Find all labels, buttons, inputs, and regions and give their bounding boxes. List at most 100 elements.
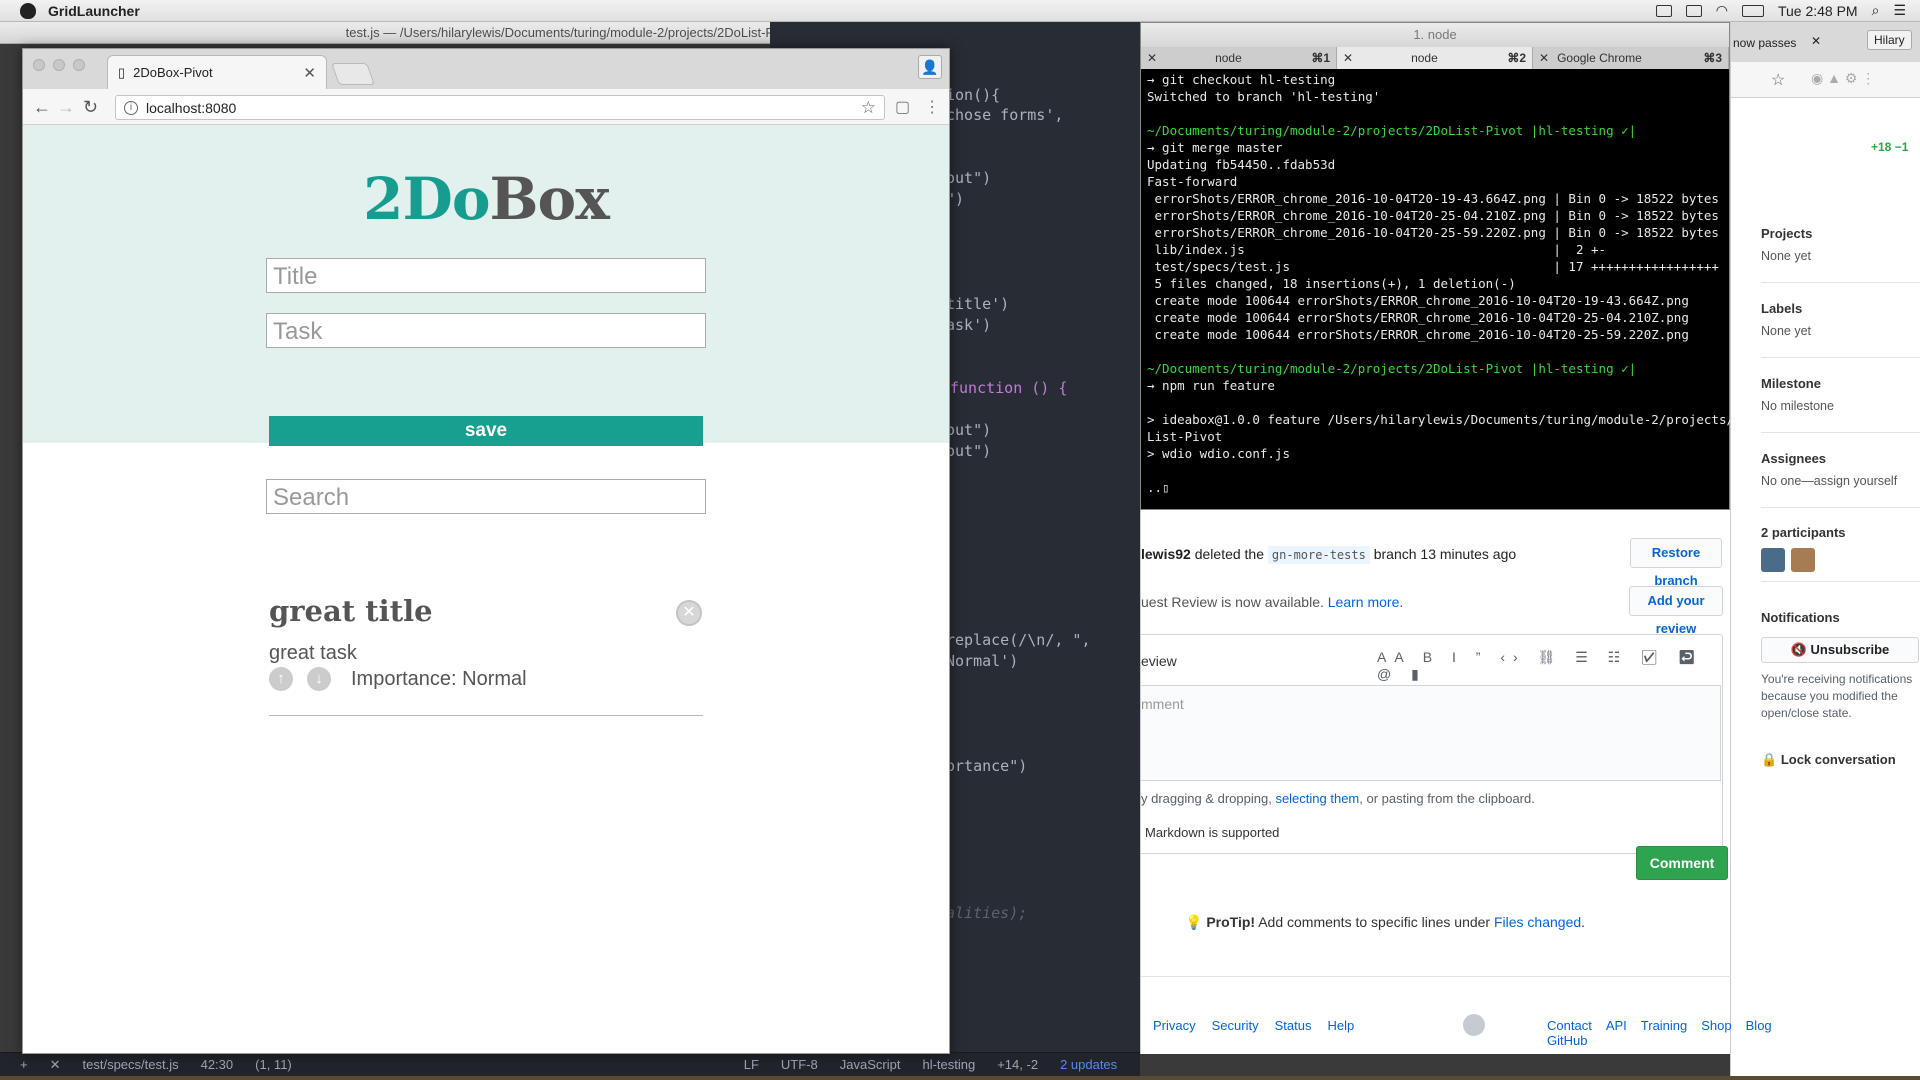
- footer-link[interactable]: Contact GitHub: [1547, 1018, 1592, 1048]
- extension-icon[interactable]: ▢: [895, 97, 910, 117]
- unsubscribe-label: Unsubscribe: [1810, 642, 1890, 657]
- terminal-tab-shortcut: ⌘2: [1507, 51, 1526, 65]
- menubar-clock[interactable]: Tue 2:48 PM: [1778, 3, 1858, 19]
- markdown-supported[interactable]: Markdown is supported: [1145, 825, 1279, 840]
- idea-title[interactable]: great title: [269, 594, 703, 628]
- back-icon[interactable]: ←: [33, 97, 51, 118]
- close-icon[interactable]: ✕: [1811, 34, 1821, 48]
- window-close-button[interactable]: [33, 59, 45, 71]
- wifi-icon[interactable]: ◠: [1716, 2, 1728, 19]
- upvote-icon[interactable]: ↑: [269, 667, 293, 691]
- footer-link[interactable]: Shop: [1701, 1018, 1731, 1048]
- forward-icon[interactable]: →: [57, 97, 75, 118]
- terminal-line: > wdio wdio.conf.js: [1147, 446, 1290, 461]
- profile-icon[interactable]: 👤: [918, 55, 942, 79]
- lock-conversation[interactable]: 🔒 Lock conversation: [1761, 752, 1919, 768]
- learn-more-link[interactable]: Learn more.: [1328, 594, 1403, 610]
- github-logo-icon[interactable]: [1463, 1014, 1485, 1036]
- close-icon[interactable]: ✕: [1343, 51, 1353, 65]
- delete-icon[interactable]: ✕: [676, 600, 702, 626]
- add-icon[interactable]: +: [20, 1057, 28, 1072]
- markdown-toolbar[interactable]: AA B I ” ‹› ⛓ ☰ ☷ ☑ ↩ @ ▮: [1377, 649, 1722, 683]
- task-input[interactable]: Task: [266, 313, 706, 348]
- terminal-tab-3[interactable]: ✕ Google Chrome ⌘3: [1533, 47, 1729, 69]
- review-tab[interactable]: eview: [1141, 653, 1177, 669]
- close-icon[interactable]: ✕: [50, 1057, 61, 1073]
- window-minimize-button[interactable]: [53, 59, 65, 71]
- downvote-icon[interactable]: ↓: [307, 667, 331, 691]
- status-encoding[interactable]: UTF-8: [781, 1057, 818, 1072]
- airplay-icon[interactable]: [1685, 4, 1702, 17]
- avatar[interactable]: [1791, 548, 1815, 572]
- status-line-ending[interactable]: LF: [744, 1057, 759, 1072]
- sidebar-heading[interactable]: Assignees: [1761, 451, 1897, 466]
- info-icon[interactable]: i: [124, 100, 138, 115]
- sidebar-heading[interactable]: Milestone: [1761, 376, 1834, 391]
- close-icon[interactable]: ✕: [1147, 51, 1157, 65]
- status-branch[interactable]: hl-testing: [922, 1057, 975, 1072]
- select-files-link[interactable]: selecting them: [1275, 791, 1359, 806]
- terminal-tab-2[interactable]: ✕ node ⌘2: [1337, 47, 1533, 69]
- menu-icon[interactable]: ⋮: [924, 97, 940, 117]
- star-icon[interactable]: ☆: [1771, 70, 1785, 90]
- footer-link[interactable]: Status: [1275, 1018, 1312, 1033]
- browser-tab-2dobox[interactable]: ▯ 2DoBox-Pivot ✕: [107, 55, 327, 89]
- reload-icon[interactable]: ↻: [83, 97, 98, 118]
- footer-link[interactable]: Privacy: [1153, 1018, 1196, 1033]
- terminal-line: errorShots/ERROR_chrome_2016-10-04T20-25…: [1147, 225, 1719, 240]
- comment-textarea[interactable]: mment: [1141, 685, 1721, 781]
- footer-link[interactable]: Help: [1327, 1018, 1354, 1033]
- status-grammar[interactable]: JavaScript: [840, 1057, 901, 1072]
- grid-icon[interactable]: [1655, 4, 1672, 17]
- terminal-title: 1. node: [1413, 27, 1457, 42]
- status-file[interactable]: test/specs/test.js: [83, 1057, 179, 1072]
- window-zoom-button[interactable]: [73, 59, 85, 71]
- comment-button[interactable]: Comment: [1636, 846, 1728, 880]
- url-text[interactable]: localhost:8080: [146, 100, 236, 116]
- star-icon[interactable]: ☆: [861, 98, 876, 118]
- restore-branch-button[interactable]: Restore branch: [1630, 538, 1722, 588]
- status-updates[interactable]: 2 updates: [1060, 1057, 1117, 1072]
- new-tab-button[interactable]: [330, 63, 376, 85]
- extension-icons[interactable]: ◉ ▲ ⚙ ⋮: [1811, 70, 1875, 87]
- sidebar-heading[interactable]: Projects: [1761, 226, 1812, 241]
- terminal-tabs: ✕ node ⌘1 ✕ node ⌘2 ✕ Google Chrome ⌘3: [1141, 47, 1729, 69]
- search-input[interactable]: Search: [266, 479, 706, 514]
- apple-icon[interactable]: [20, 2, 36, 19]
- files-changed-link[interactable]: Files changed: [1494, 914, 1581, 930]
- event-user[interactable]: lewis92: [1141, 546, 1191, 562]
- avatar[interactable]: [1761, 548, 1785, 572]
- status-cursor[interactable]: 42:30: [201, 1057, 234, 1072]
- code-line: Normal'): [946, 652, 1019, 670]
- browser-tab-github[interactable]: now passes: [1733, 36, 1796, 50]
- title-input[interactable]: Title: [266, 258, 706, 293]
- terminal-tab-1[interactable]: ✕ node ⌘1: [1141, 47, 1337, 69]
- sidebar-heading[interactable]: Labels: [1761, 301, 1811, 316]
- sidebar-heading[interactable]: 2 participants: [1761, 525, 1846, 540]
- save-button[interactable]: save: [269, 416, 703, 446]
- importance-row: ↑ ↓ Importance: Normal: [269, 667, 703, 691]
- footer-link[interactable]: Training: [1641, 1018, 1687, 1048]
- battery-icon[interactable]: [1741, 4, 1764, 17]
- terminal-tab-label: Google Chrome: [1557, 51, 1642, 65]
- diffstat: +18 −1: [1871, 140, 1909, 154]
- spotlight-icon[interactable]: ⌕: [1872, 2, 1880, 19]
- terminal-window[interactable]: 1. node ✕ node ⌘1 ✕ node ⌘2 ✕ Google Chrome ⌘3…: [1140, 22, 1757, 510]
- idea-body[interactable]: great task: [269, 642, 703, 665]
- footer-link[interactable]: API: [1606, 1018, 1627, 1048]
- status-selection: (1, 11): [255, 1057, 292, 1072]
- terminal-line: ~/Documents/turing/module-2/projects/2Do…: [1147, 123, 1637, 138]
- app-menu-title[interactable]: GridLauncher: [48, 3, 140, 19]
- address-bar[interactable]: i localhost:8080 ☆: [115, 95, 885, 120]
- add-review-button[interactable]: Add your review: [1629, 586, 1723, 636]
- footer-link[interactable]: Security: [1212, 1018, 1259, 1033]
- close-icon[interactable]: ✕: [303, 64, 316, 82]
- unsubscribe-button[interactable]: 🔇 Unsubscribe: [1761, 637, 1919, 663]
- footer-link[interactable]: Blog: [1746, 1018, 1772, 1048]
- mac-menubar: GridLauncher ◠ Tue 2:48 PM ⌕ ☰: [0, 0, 1920, 22]
- close-icon[interactable]: ✕: [1539, 51, 1549, 65]
- profile-button[interactable]: Hilary: [1867, 30, 1912, 50]
- footer-links-right: Contact GitHub API Training Shop Blog: [1547, 1018, 1772, 1048]
- notification-center-icon[interactable]: ☰: [1893, 2, 1906, 19]
